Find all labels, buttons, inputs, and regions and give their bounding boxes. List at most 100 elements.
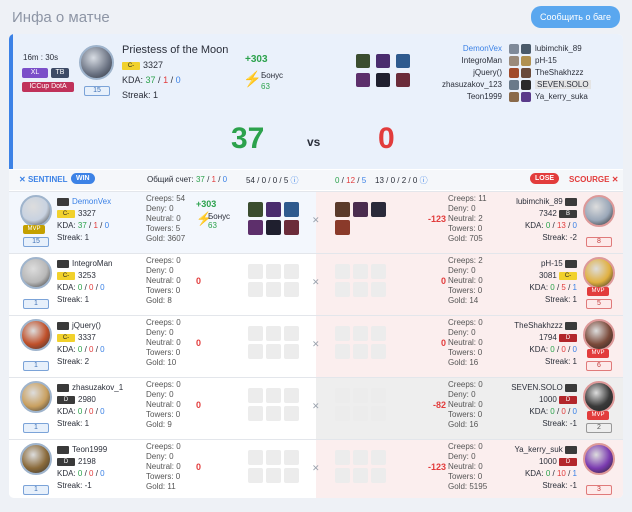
empty-item-slot (248, 264, 263, 279)
player-rating: C- 3327 (57, 209, 96, 218)
team-stats-right: 0 / 12 / 5 13 / 0 / 2 / 0 ⓘ (335, 176, 428, 185)
right-player-name[interactable]: lubimchik_89 (535, 44, 582, 53)
player-hero-avatar[interactable] (20, 381, 52, 413)
flag-icon (565, 321, 577, 330)
empty-item-slot (335, 344, 350, 359)
right-player-name[interactable]: TheShakhzzz (535, 68, 583, 77)
left-player-name[interactable]: jQuery() (473, 68, 502, 77)
player-name[interactable]: pH-15 (541, 259, 577, 268)
player-name[interactable]: IntegroMan (57, 259, 112, 268)
towers: Towers: 0 (448, 410, 483, 419)
hero-icon (509, 44, 519, 54)
right-player-name[interactable]: Ya_kerry_suka (535, 92, 588, 101)
player-name[interactable]: TheShakhzzz (514, 321, 577, 330)
player-hero-avatar[interactable] (20, 195, 52, 227)
page-header: Инфа о матче Сообщить о баге (0, 0, 632, 34)
player-name[interactable]: lubimchik_89 (516, 197, 577, 206)
towers: Towers: 0 (146, 286, 181, 295)
item-slot (356, 73, 370, 87)
player-kda: KDA: 37 / 1 / 0 (57, 221, 110, 230)
towers: Towers: 0 (448, 286, 483, 295)
info-icon[interactable]: ⓘ (291, 176, 299, 185)
bonus-value: 63 (208, 221, 217, 230)
page-title: Инфа о матче (12, 8, 110, 26)
item-slot (353, 202, 368, 217)
player-hero-avatar[interactable] (583, 443, 615, 475)
item-slot (356, 54, 370, 68)
item-slot (335, 220, 350, 235)
player-hero-avatar[interactable] (20, 257, 52, 289)
player-level: 1 (23, 299, 49, 309)
sentinel-label: ✕ SENTINEL (19, 175, 68, 184)
neutral: Neutral: 0 (146, 338, 181, 347)
rating-delta: 0 (440, 338, 446, 348)
gold: Gold: 5195 (448, 482, 488, 491)
player-name[interactable]: DemonVex (57, 197, 111, 206)
player-hero-avatar[interactable] (583, 257, 615, 289)
player-name[interactable]: Teon1999 (57, 445, 107, 454)
report-bug-button[interactable]: Сообщить о баге (531, 6, 620, 28)
player-row: MVP 15 DemonVex C- 3327 KDA: 37 / 1 / 0 S… (9, 192, 623, 253)
player-hero-avatar[interactable] (20, 443, 52, 475)
player-hero-avatar[interactable] (583, 381, 615, 413)
empty-item-slot (284, 264, 299, 279)
item-slot (248, 202, 263, 217)
scourge-label: SCOURGE ✕ (569, 175, 619, 184)
hero-avatar (79, 45, 114, 80)
creeps: Creeps: 0 (448, 380, 483, 389)
hero-name: Priestess of the Moon (122, 44, 229, 56)
player-name[interactable]: Ya_kerry_suk (514, 445, 577, 454)
player-rating: D 2198 (57, 457, 96, 466)
swords-icon: ✕ (312, 339, 320, 349)
points: 0 (196, 338, 202, 348)
player-name[interactable]: SEVEN.SOLO (511, 383, 577, 392)
info-icon[interactable]: ⓘ (420, 176, 428, 185)
player-hero-avatar[interactable] (583, 319, 615, 351)
flag-icon (565, 383, 577, 392)
empty-item-slot (266, 388, 281, 403)
empty-item-slot (353, 344, 368, 359)
hero-rank: C- 3327 (122, 60, 163, 70)
hero-level: 15 (84, 86, 110, 96)
left-player-name[interactable]: DemonVex (463, 44, 502, 53)
player-name[interactable]: zhasuzakov_1 (57, 383, 123, 392)
creeps: Creeps: 0 (448, 442, 483, 451)
empty-item-slot (248, 344, 263, 359)
gold: Gold: 8 (146, 296, 172, 305)
neutral: Neutral: 0 (448, 276, 483, 285)
empty-item-slot (353, 326, 368, 341)
creeps: Creeps: 0 (448, 318, 483, 327)
right-player-name[interactable]: SEVEN.SOLO (535, 80, 591, 89)
empty-item-slot (335, 282, 350, 297)
hero-icon (509, 92, 519, 102)
towers: Towers: 0 (146, 472, 181, 481)
hero-icon (509, 80, 519, 90)
deny: Deny: 0 (448, 266, 476, 275)
match-card: 16m : 30s XL TB ICCup DotA 15 Priestess … (9, 34, 623, 498)
points: +303 (245, 54, 268, 65)
player-hero-avatar[interactable] (20, 319, 52, 351)
towers: Towers: 0 (448, 472, 483, 481)
left-player-name[interactable]: zhasuzakov_123 (442, 80, 502, 89)
right-player-name[interactable]: pH-15 (535, 56, 557, 65)
left-player-name[interactable]: IntegroMan (462, 56, 502, 65)
item-slot (266, 202, 281, 217)
hero-kda: KDA: 37 / 1 / 0 (122, 75, 181, 85)
neutral: Neutral: 0 (146, 276, 181, 285)
bonus-icon: ⚡ (243, 71, 262, 88)
swords-icon: ✕ (312, 401, 320, 411)
player-kda: KDA: 0 / 13 / 0 (524, 221, 577, 230)
flag-icon (57, 259, 69, 268)
left-player-name[interactable]: Teon1999 (467, 92, 502, 101)
deny: Deny: 0 (448, 452, 476, 461)
hero-streak: Streak: 1 (122, 90, 159, 100)
item-slot (248, 220, 263, 235)
swords-icon: ✕ (312, 215, 320, 225)
empty-item-slot (284, 326, 299, 341)
empty-item-slot (284, 388, 299, 403)
player-name[interactable]: jQuery() (57, 321, 101, 330)
player-hero-avatar[interactable] (583, 195, 615, 227)
player-rating: C- 3337 (57, 333, 96, 342)
neutral: Neutral: 0 (448, 338, 483, 347)
creeps: Creeps: 0 (146, 318, 181, 327)
